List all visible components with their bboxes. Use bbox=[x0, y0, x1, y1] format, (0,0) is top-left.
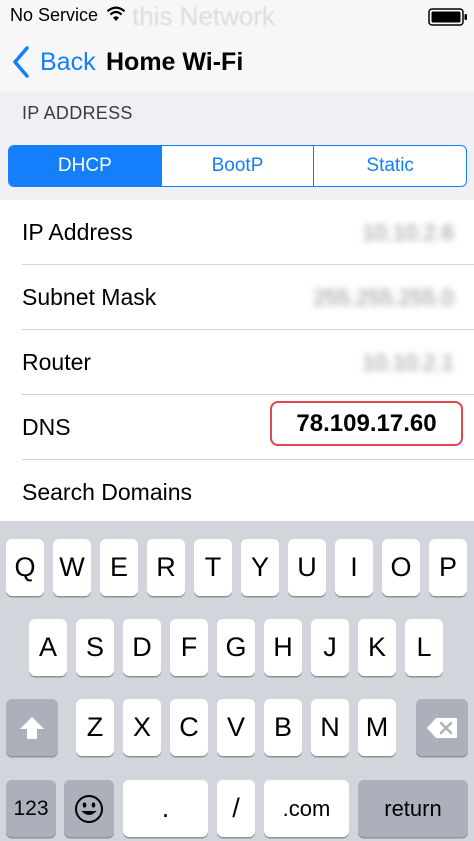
nav-bar: Back Home Wi-Fi bbox=[0, 34, 474, 92]
key-y[interactable]: Y bbox=[241, 539, 279, 596]
status-bar: No Service this Network bbox=[0, 0, 474, 34]
subnet-mask-value: 255.255.255.0 bbox=[313, 285, 454, 310]
back-button[interactable]: Back bbox=[10, 44, 96, 80]
key-k[interactable]: K bbox=[358, 619, 396, 676]
key-e[interactable]: E bbox=[100, 539, 138, 596]
key-b[interactable]: B bbox=[264, 699, 302, 756]
key-i[interactable]: I bbox=[335, 539, 373, 596]
battery-icon bbox=[428, 8, 467, 26]
ip-address-value: 10.10.2.6 bbox=[362, 220, 454, 245]
carrier-label: No Service bbox=[10, 5, 99, 25]
keyboard: Q W E R T Y U I O P A S D F G H J K L Z … bbox=[0, 521, 474, 841]
delete-key[interactable] bbox=[416, 699, 468, 756]
numbers-key[interactable]: 123 bbox=[6, 780, 56, 837]
period-key[interactable]: . bbox=[123, 780, 208, 837]
dns-label: DNS bbox=[22, 414, 71, 440]
key-z[interactable]: Z bbox=[76, 699, 114, 756]
key-j[interactable]: J bbox=[311, 619, 349, 676]
key-w[interactable]: W bbox=[53, 539, 91, 596]
segment-bootp[interactable]: BootP bbox=[162, 146, 315, 186]
delete-icon bbox=[427, 717, 457, 738]
key-l[interactable]: L bbox=[405, 619, 443, 676]
key-g[interactable]: G bbox=[217, 619, 255, 676]
slash-key[interactable]: / bbox=[217, 780, 255, 837]
router-value: 10.10.2.1 bbox=[362, 350, 454, 375]
page-title: Home Wi-Fi bbox=[106, 48, 244, 76]
key-h[interactable]: H bbox=[264, 619, 302, 676]
section-header: IP ADDRESS bbox=[22, 103, 133, 123]
key-p[interactable]: P bbox=[429, 539, 467, 596]
row-router: Router 10.10.2.1 bbox=[0, 330, 474, 395]
row-dns: DNS 78.109.17.60 bbox=[0, 395, 474, 460]
key-r[interactable]: R bbox=[147, 539, 185, 596]
row-subnet-mask: Subnet Mask 255.255.255.0 bbox=[0, 265, 474, 330]
segment-static[interactable]: Static bbox=[314, 146, 466, 186]
shift-key[interactable] bbox=[6, 699, 58, 756]
key-v[interactable]: V bbox=[217, 699, 255, 756]
key-u[interactable]: U bbox=[288, 539, 326, 596]
subnet-mask-label: Subnet Mask bbox=[22, 284, 157, 310]
wifi-icon bbox=[106, 6, 126, 21]
chevron-left-icon bbox=[13, 46, 29, 78]
key-t[interactable]: T bbox=[194, 539, 232, 596]
shift-icon bbox=[20, 716, 44, 739]
key-a[interactable]: A bbox=[29, 619, 67, 676]
ip-settings-table: IP Address 10.10.2.6 Subnet Mask 255.255… bbox=[0, 200, 474, 524]
search-domains-label: Search Domains bbox=[22, 479, 193, 505]
key-c[interactable]: C bbox=[170, 699, 208, 756]
key-x[interactable]: X bbox=[123, 699, 161, 756]
dotcom-key[interactable]: .com bbox=[264, 780, 349, 837]
dns-input[interactable]: 78.109.17.60 bbox=[270, 401, 463, 446]
key-q[interactable]: Q bbox=[6, 539, 44, 596]
return-key[interactable]: return bbox=[358, 780, 468, 837]
router-label: Router bbox=[22, 349, 92, 375]
row-search-domains[interactable]: Search Domains bbox=[0, 460, 474, 524]
segment-dhcp[interactable]: DHCP bbox=[9, 146, 162, 186]
ghost-title: this Network bbox=[132, 1, 276, 31]
ip-mode-segmented-control: DHCP BootP Static bbox=[8, 145, 467, 187]
key-s[interactable]: S bbox=[76, 619, 114, 676]
key-f[interactable]: F bbox=[170, 619, 208, 676]
emoji-key[interactable] bbox=[64, 780, 114, 837]
back-label: Back bbox=[40, 47, 96, 76]
key-o[interactable]: O bbox=[382, 539, 420, 596]
key-m[interactable]: M bbox=[358, 699, 396, 756]
row-ip-address: IP Address 10.10.2.6 bbox=[0, 200, 474, 265]
ip-address-label: IP Address bbox=[22, 219, 133, 245]
emoji-icon bbox=[75, 794, 103, 823]
key-n[interactable]: N bbox=[311, 699, 349, 756]
key-d[interactable]: D bbox=[123, 619, 161, 676]
